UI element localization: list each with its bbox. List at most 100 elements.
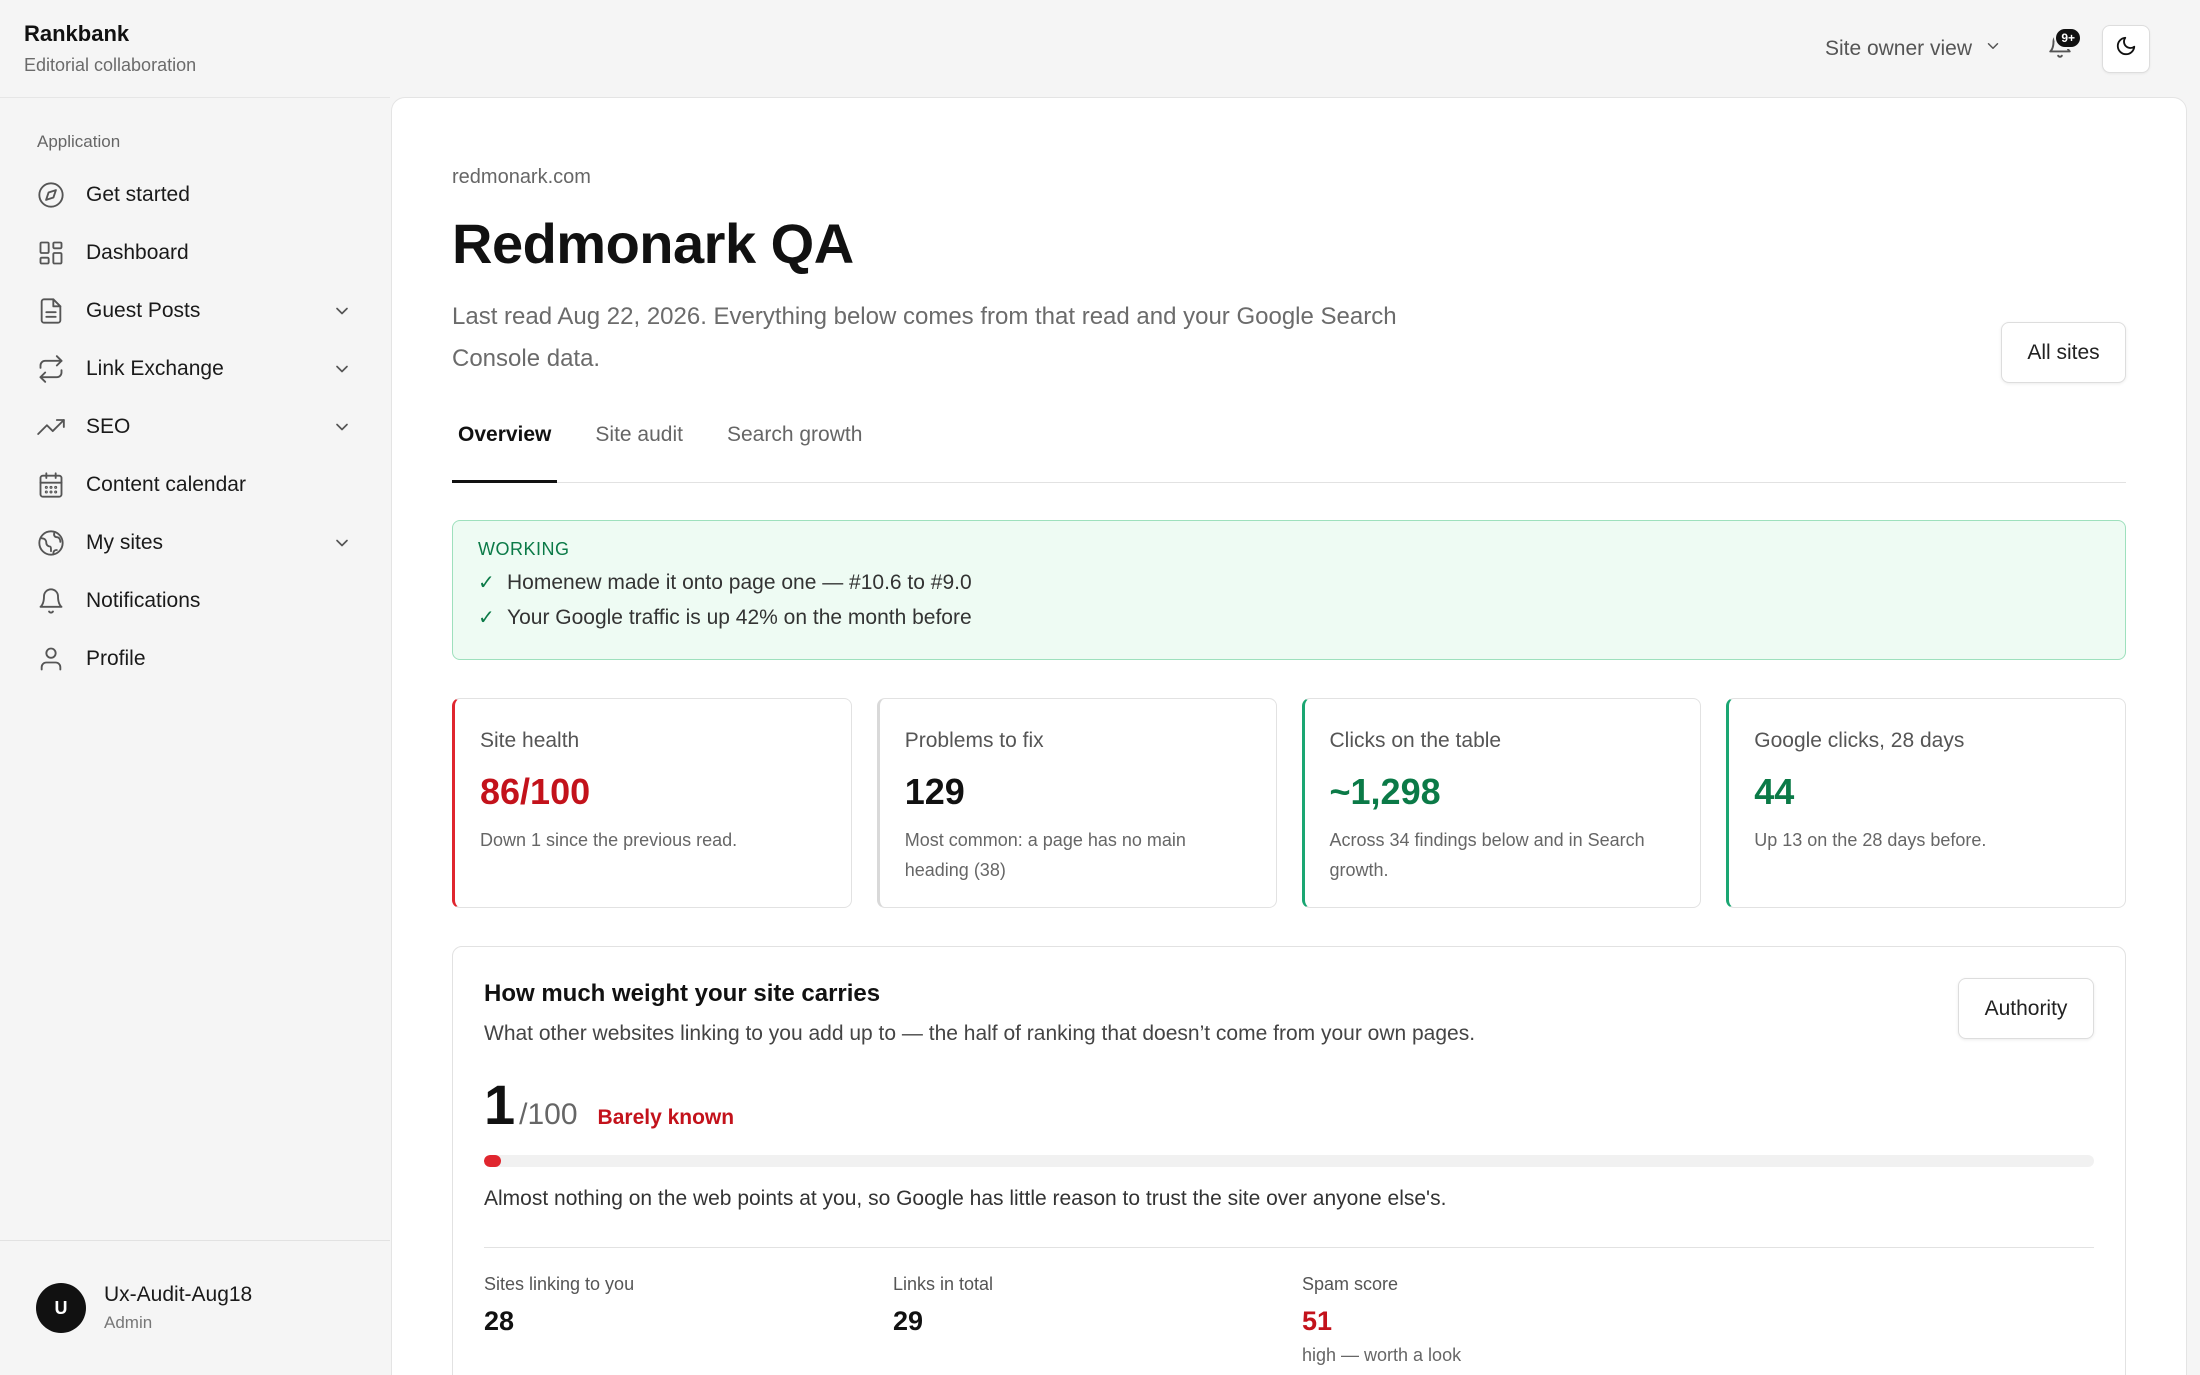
metric-spam-score: Spam score 51 high — worth a look xyxy=(1302,1274,1711,1366)
notification-count-badge: 9+ xyxy=(2054,26,2082,49)
stat-card-clicks-on-table: Clicks on the table ~1,298 Across 34 fin… xyxy=(1301,698,1702,908)
exchange-icon xyxy=(37,355,65,383)
site-domain: redmonark.com xyxy=(452,166,591,188)
sidebar-group-label: Application xyxy=(37,132,121,151)
metric-label: Links in total xyxy=(893,1274,994,1294)
metric-value: 51 xyxy=(1302,1306,1333,1336)
stat-subtext: Up 13 on the 28 days before. xyxy=(1754,830,1987,850)
stat-card-problems: Problems to fix 129 Most common: a page … xyxy=(876,698,1277,908)
app-title: Rankbank xyxy=(24,21,130,46)
tab-search-growth[interactable]: Search growth xyxy=(721,422,868,483)
sidebar-item-link-exchange[interactable]: Link Exchange xyxy=(0,340,390,398)
authority-note: Almost nothing on the web points at you,… xyxy=(484,1187,1447,1210)
metric-sites-linking: Sites linking to you 28 xyxy=(484,1274,893,1366)
authority-score-max: /100 xyxy=(519,1098,578,1131)
calendar-icon xyxy=(37,471,65,499)
sidebar-nav: Get started Dashboard Guest Posts Link E… xyxy=(0,166,390,688)
sidebar-item-notifications[interactable]: Notifications xyxy=(0,572,390,630)
chevron-down-icon xyxy=(332,533,352,553)
user-menu[interactable]: U Ux-Audit-Aug18 Admin xyxy=(0,1240,390,1375)
sidebar-item-dashboard[interactable]: Dashboard xyxy=(0,224,390,282)
app-subtitle: Editorial collaboration xyxy=(24,55,197,75)
stat-subtext: Across 34 findings below and in Search g… xyxy=(1329,830,1645,880)
authority-metrics: Sites linking to you 28 Links in total 2… xyxy=(484,1274,2094,1366)
page-description: Last read Aug 22, 2026. Everything below… xyxy=(452,303,1397,372)
authority-score-value: 1 xyxy=(484,1073,516,1136)
authority-button[interactable]: Authority xyxy=(1958,978,2094,1039)
authority-progress-fill xyxy=(484,1155,501,1167)
working-item: ✓ Your Google traffic is up 42% on the m… xyxy=(478,605,2100,630)
working-panel: WORKING ✓ Homenew made it onto page one … xyxy=(452,520,2126,660)
stat-value: ~1,298 xyxy=(1329,771,1441,812)
metric-label: Sites linking to you xyxy=(484,1274,635,1294)
sidebar-item-get-started[interactable]: Get started xyxy=(0,166,390,224)
sidebar-item-content-calendar[interactable]: Content calendar xyxy=(0,456,390,514)
user-info: Ux-Audit-Aug18 Admin xyxy=(104,1283,252,1333)
check-icon: ✓ xyxy=(478,607,495,629)
metric-subtext: high — worth a look xyxy=(1302,1345,1462,1365)
sidebar-item-my-sites[interactable]: My sites xyxy=(0,514,390,572)
divider xyxy=(484,1247,2094,1248)
working-item-text: Homenew made it onto page one — #10.6 to… xyxy=(507,570,972,594)
stat-label: Clicks on the table xyxy=(1329,729,1502,752)
stat-value: 86/100 xyxy=(480,771,591,812)
notifications-button[interactable]: 9+ xyxy=(2040,26,2082,69)
compass-icon xyxy=(37,181,65,209)
metric-links-total: Links in total 29 xyxy=(893,1274,1302,1366)
authority-score: 1 /100 Barely known xyxy=(484,1072,2094,1137)
sidebar-item-profile[interactable]: Profile xyxy=(0,630,390,688)
sidebar-item-label: My sites xyxy=(86,531,164,554)
view-selector-label: Site owner view xyxy=(1824,36,1972,60)
sidebar-item-label: Notifications xyxy=(86,589,201,612)
stat-value: 44 xyxy=(1754,771,1795,812)
sidebar-item-label: Dashboard xyxy=(86,241,189,264)
metric-value: 29 xyxy=(893,1306,924,1336)
chevron-down-icon xyxy=(332,301,352,321)
authority-title: How much weight your site carries xyxy=(484,980,881,1007)
authority-score-tag: Barely known xyxy=(597,1106,735,1129)
page-header-row: Last read Aug 22, 2026. Everything below… xyxy=(452,296,2126,383)
chevron-down-icon xyxy=(332,359,352,379)
sidebar-item-seo[interactable]: SEO xyxy=(0,398,390,456)
stat-value: 129 xyxy=(904,771,965,812)
sidebar-item-label: Guest Posts xyxy=(86,299,201,322)
all-sites-button[interactable]: All sites xyxy=(2001,322,2126,383)
globe-icon xyxy=(37,529,65,557)
view-selector[interactable]: Site owner view xyxy=(1825,37,2002,61)
stat-cards: Site health 86/100 Down 1 since the prev… xyxy=(452,698,2126,908)
sidebar-item-label: Get started xyxy=(86,183,190,206)
sidebar-item-label: Link Exchange xyxy=(86,357,224,380)
metric-label: Spam score xyxy=(1302,1274,1399,1294)
stat-card-google-clicks: Google clicks, 28 days 44 Up 13 on the 2… xyxy=(1726,698,2126,908)
sidebar-item-label: Content calendar xyxy=(86,473,246,496)
theme-toggle-button[interactable] xyxy=(2102,24,2150,73)
sidebar-item-guest-posts[interactable]: Guest Posts xyxy=(0,282,390,340)
top-bar: Rankbank Editorial collaboration Site ow… xyxy=(0,0,2200,97)
working-item: ✓ Homenew made it onto page one — #10.6 … xyxy=(478,570,2100,595)
user-icon xyxy=(37,645,65,673)
stat-label: Site health xyxy=(480,729,580,752)
stat-subtext: Down 1 since the previous read. xyxy=(480,830,738,850)
dashboard-icon xyxy=(37,239,65,267)
authority-description: What other websites linking to you add u… xyxy=(484,1022,1476,1045)
metric-value: 28 xyxy=(484,1306,515,1336)
tab-site-audit[interactable]: Site audit xyxy=(589,422,689,483)
document-icon xyxy=(37,297,65,325)
stat-subtext: Most common: a page has no main heading … xyxy=(904,830,1186,880)
user-name: Ux-Audit-Aug18 xyxy=(104,1283,253,1306)
trending-up-icon xyxy=(37,413,65,441)
check-icon: ✓ xyxy=(478,572,495,594)
user-role: Admin xyxy=(104,1313,153,1332)
chevron-down-icon xyxy=(332,417,352,437)
authority-panel: How much weight your site carries What o… xyxy=(452,946,2126,1375)
brand: Rankbank Editorial collaboration xyxy=(24,21,196,76)
sidebar-item-label: SEO xyxy=(86,415,131,438)
stat-card-site-health: Site health 86/100 Down 1 since the prev… xyxy=(452,698,852,908)
page-title: Redmonark QA xyxy=(452,212,854,275)
authority-progress-bar xyxy=(484,1155,2094,1167)
stat-label: Problems to fix xyxy=(904,729,1044,752)
bell-icon xyxy=(37,587,65,615)
stat-label: Google clicks, 28 days xyxy=(1754,729,1965,752)
tab-overview[interactable]: Overview xyxy=(452,422,558,483)
sidebar: Application Get started Dashboard Guest … xyxy=(0,97,390,1375)
